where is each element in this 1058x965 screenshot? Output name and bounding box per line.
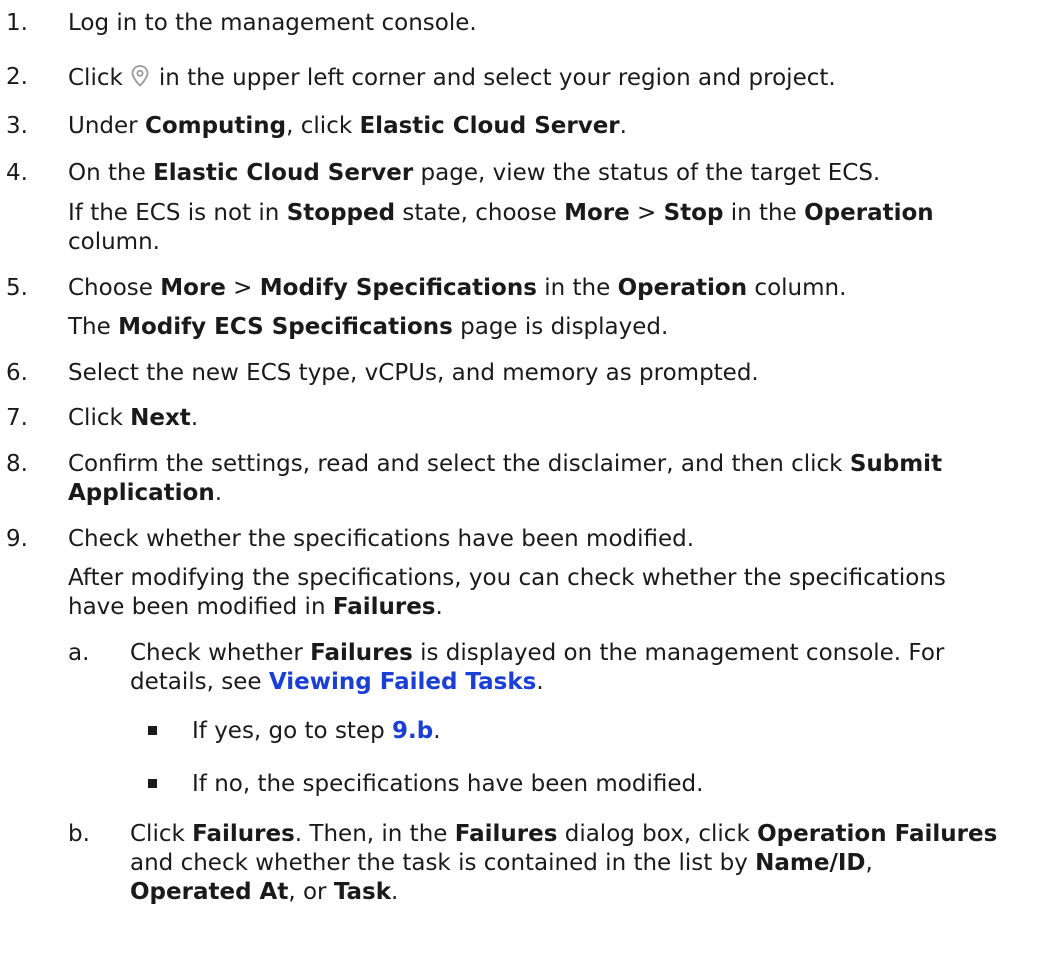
- step-number: 7.: [6, 405, 28, 431]
- step-7-text: Click Next.: [68, 405, 199, 431]
- step-9b-link[interactable]: 9.b: [392, 718, 433, 744]
- step-8-text: Confirm the settings, read and select th…: [68, 451, 943, 477]
- step-1-text: Log in to the management console.: [68, 10, 477, 36]
- substep-b-text-cont2: Operated At, or Task.: [130, 879, 399, 905]
- bullet-square-icon: [148, 779, 157, 788]
- step-number: 4.: [6, 160, 28, 186]
- location-pin-icon: [127, 63, 153, 89]
- step-number: 8.: [6, 451, 28, 477]
- bullet-yes-text: If yes, go to step 9.b.: [192, 718, 441, 744]
- step-number: 2.: [6, 64, 28, 90]
- step-number: 3.: [6, 113, 28, 139]
- step-4-detail-cont: column.: [68, 229, 160, 255]
- bullet-square-icon: [148, 726, 157, 735]
- step-5-text: Choose More > Modify Specifications in t…: [68, 275, 847, 301]
- substep-letter: a.: [68, 640, 90, 666]
- step-4-text: On the Elastic Cloud Server page, view t…: [68, 160, 881, 186]
- substep-b-text-cont: and check whether the task is contained …: [130, 850, 873, 876]
- step-3-text: Under Computing, click Elastic Cloud Ser…: [68, 113, 627, 139]
- step-4-detail: If the ECS is not in Stopped state, choo…: [68, 200, 934, 226]
- step-number: 9.: [6, 526, 28, 552]
- step-2-text: Click in the upper left corner and select…: [68, 63, 836, 91]
- viewing-failed-tasks-link[interactable]: Viewing Failed Tasks: [269, 669, 537, 695]
- step-9-detail: After modifying the specifications, you …: [68, 565, 946, 591]
- bullet-no-text: If no, the specifications have been modi…: [192, 771, 704, 797]
- step-9-detail-cont: have been modified in Failures.: [68, 594, 443, 620]
- step-8-text-cont: Application.: [68, 480, 223, 506]
- step-number: 6.: [6, 360, 28, 386]
- substep-letter: b.: [68, 821, 90, 847]
- step-number: 5.: [6, 275, 28, 301]
- step-number: 1.: [6, 10, 28, 36]
- step-9-text: Check whether the specifications have be…: [68, 526, 695, 552]
- substep-a-text: Check whether Failures is displayed on t…: [130, 640, 945, 666]
- step-5-detail: The Modify ECS Specifications page is di…: [68, 314, 669, 340]
- substep-a-text-cont: details, see Viewing Failed Tasks.: [130, 669, 544, 695]
- substep-b-text: Click Failures. Then, in the Failures di…: [130, 821, 998, 847]
- step-6-text: Select the new ECS type, vCPUs, and memo…: [68, 360, 759, 386]
